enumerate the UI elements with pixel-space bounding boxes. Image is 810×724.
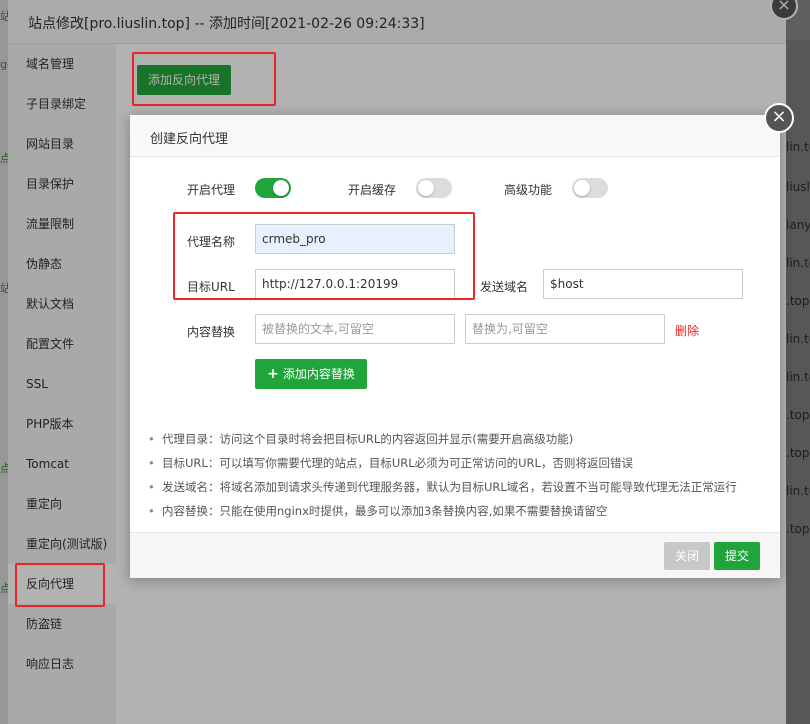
advanced-toggle[interactable] xyxy=(572,178,608,198)
annotation-box-reverse-proxy xyxy=(15,563,105,607)
help-note: 发送域名：将域名添加到请求头传递到代理服务器，默认为目标URL域名，若设置不当可… xyxy=(148,475,768,499)
help-notes: 代理目录：访问这个目录时将会把目标URL的内容返回并显示(需要开启高级功能) 目… xyxy=(148,427,768,523)
create-proxy-title: 创建反向代理 xyxy=(150,132,229,147)
enable-proxy-label: 开启代理 xyxy=(187,183,236,197)
advanced-label: 高级功能 xyxy=(504,183,553,197)
close-button[interactable]: 关闭 xyxy=(664,542,710,570)
content-replace-label: 内容替换 xyxy=(187,325,236,339)
add-content-replace-button[interactable]: + 添加内容替换 xyxy=(255,359,367,389)
delete-replace-link[interactable]: 删除 xyxy=(675,322,699,339)
annotation-box-proxy-fields xyxy=(173,212,475,300)
send-domain-label: 发送域名 xyxy=(480,280,529,294)
replace-to-input[interactable]: 替换为,可留空 xyxy=(465,314,665,344)
toggle-knob xyxy=(418,180,434,196)
toggle-knob xyxy=(574,180,590,196)
create-proxy-header: 创建反向代理 xyxy=(130,115,780,157)
enable-proxy-toggle[interactable] xyxy=(255,178,291,198)
enable-cache-toggle[interactable] xyxy=(416,178,452,198)
enable-cache-label: 开启缓存 xyxy=(348,183,397,197)
create-proxy-modal: 创建反向代理 × 开启代理 开启缓存 高级功能 代理名称 crmeb_pro 目… xyxy=(130,103,794,578)
annotation-box-add-proxy xyxy=(132,52,276,106)
plus-icon: + xyxy=(267,366,279,382)
replace-from-input[interactable]: 被替换的文本,可留空 xyxy=(255,314,455,344)
add-content-replace-label: 添加内容替换 xyxy=(282,367,355,381)
help-note: 内容替换：只能在使用nginx时提供，最多可以添加3条替换内容,如果不需要替换请… xyxy=(148,499,768,523)
submit-button[interactable]: 提交 xyxy=(714,542,760,570)
help-note: 代理目录：访问这个目录时将会把目标URL的内容返回并显示(需要开启高级功能) xyxy=(148,427,768,451)
create-proxy-footer: 关闭 提交 xyxy=(130,532,780,578)
create-proxy-close-icon[interactable]: × xyxy=(764,103,794,133)
help-note: 目标URL：可以填写你需要代理的站点，目标URL必须为可正常访问的URL，否则将… xyxy=(148,451,768,475)
send-domain-input[interactable]: $host xyxy=(543,269,743,299)
toggle-knob xyxy=(273,180,289,196)
